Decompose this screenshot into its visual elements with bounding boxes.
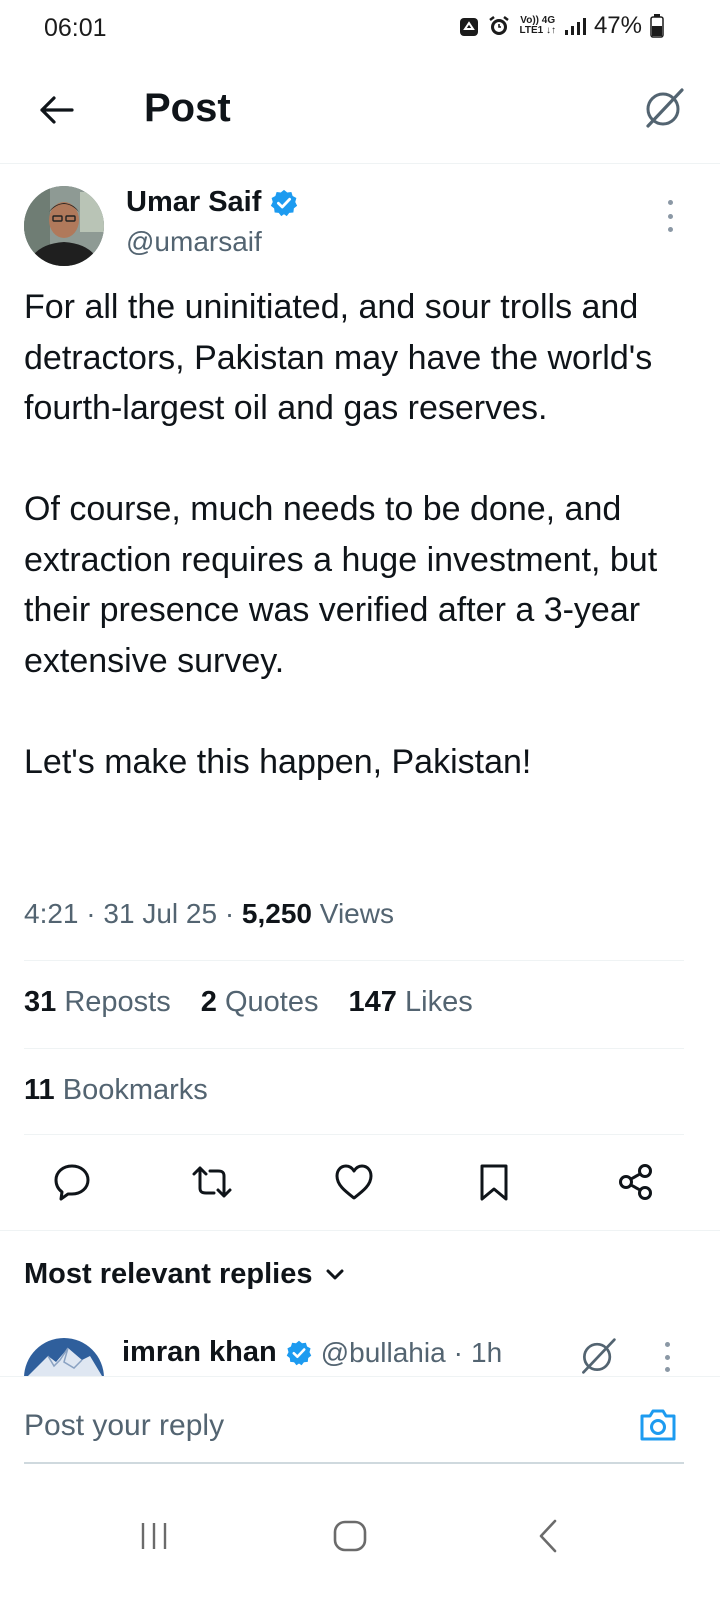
quotes-stat[interactable]: 2 Quotes (201, 986, 319, 1018)
like-icon (335, 1164, 373, 1200)
replies-sort-label: Most relevant replies (24, 1258, 313, 1290)
top-app-bar: Post (0, 56, 720, 164)
views-label: Views (319, 898, 394, 929)
likes-stat[interactable]: 147 Likes (349, 986, 473, 1018)
bookmarks-stat[interactable]: 11 Bookmarks (24, 1074, 208, 1107)
engagement-stats: 31 Reposts 2 Quotes 147 Likes (24, 986, 495, 1019)
grok-icon (582, 1338, 616, 1374)
system-back-button[interactable] (518, 1506, 578, 1566)
bookmarks-count: 11 (24, 1074, 55, 1106)
grok-button[interactable] (638, 82, 690, 134)
reply-avatar[interactable] (24, 1338, 104, 1376)
share-button[interactable] (612, 1158, 660, 1206)
camera-icon (640, 1409, 676, 1441)
author-avatar[interactable] (24, 186, 104, 266)
reply-author-name: imran khan (122, 1336, 277, 1368)
post-date: 31 Jul 25 (103, 898, 218, 929)
likes-count: 147 (348, 986, 397, 1018)
reply-age: 1h (471, 1336, 503, 1368)
camera-button[interactable] (636, 1405, 680, 1445)
post-paragraph: Let's make this happen, Pakistan! (24, 742, 532, 781)
like-button[interactable] (330, 1158, 378, 1206)
battery-icon (650, 14, 664, 38)
post-time: 4:21 (24, 898, 79, 929)
meta-separator: · (86, 898, 96, 929)
reply-composer: Post your reply (0, 1376, 720, 1468)
divider (24, 1048, 684, 1049)
divider (24, 1134, 684, 1135)
reply-separator: · (453, 1336, 463, 1368)
reply-author-handle: @bullahia (320, 1336, 446, 1368)
back-button[interactable] (30, 84, 82, 136)
quotes-count: 2 (200, 986, 217, 1018)
more-dot (664, 1367, 670, 1372)
recent-apps-icon (141, 1523, 167, 1549)
reply-more-options-button[interactable] (656, 1342, 678, 1372)
more-dot (664, 1354, 670, 1360)
bookmarks-label: Bookmarks (62, 1074, 208, 1106)
post-more-options-button[interactable] (658, 200, 682, 232)
views-count: 5,250 (241, 898, 312, 929)
reply-button[interactable] (48, 1158, 96, 1206)
quotes-label: Quotes (224, 986, 319, 1018)
home-icon (333, 1520, 367, 1552)
share-icon (619, 1164, 652, 1200)
post-paragraph: For all the uninitiated, and sour trolls… (24, 288, 653, 427)
reposts-label: Reposts (64, 986, 171, 1018)
signal-icon (564, 16, 586, 36)
divider (24, 960, 684, 961)
network-type-bottom: LTE1 ↓↑ (519, 25, 556, 36)
reply-input[interactable]: Post your reply (24, 1409, 224, 1443)
alarm-icon (487, 15, 511, 37)
bookmark-icon (480, 1164, 508, 1201)
likes-label: Likes (405, 986, 473, 1018)
meta-separator: · (224, 898, 235, 929)
section-divider (0, 1230, 720, 1231)
chevron-down-icon (326, 1269, 343, 1279)
repost-button[interactable] (188, 1158, 236, 1206)
status-time: 06:01 (44, 14, 107, 42)
composer-underline (24, 1462, 684, 1464)
grok-icon (646, 88, 684, 128)
home-button[interactable] (320, 1506, 380, 1566)
author-handle[interactable]: @umarsaif (126, 226, 262, 258)
reply-avatar-image (24, 1338, 104, 1376)
more-dot (667, 200, 673, 205)
post-paragraph: Of course, much needs to be done, and ex… (24, 490, 658, 680)
post-metadata: 4:21 · 31 Jul 25 · 5,250 Views (24, 898, 394, 930)
more-dot (664, 1342, 670, 1347)
reply-icon (54, 1164, 90, 1201)
author-name: Umar Saif (126, 186, 262, 218)
author-name-row[interactable]: Umar Saif (126, 186, 299, 219)
battery-percent: 47% (593, 12, 642, 39)
bookmark-button[interactable] (470, 1158, 518, 1206)
post-action-bar (0, 1158, 720, 1214)
system-navigation-bar (0, 1480, 720, 1600)
page-title: Post (144, 86, 231, 130)
status-icons: Vo)) 4G LTE1 ↓↑ 47% (459, 12, 664, 40)
reply-grok-button[interactable] (578, 1336, 618, 1381)
back-arrow-icon (40, 96, 74, 124)
reposts-count: 31 (24, 986, 57, 1018)
verified-badge-icon (286, 1340, 311, 1365)
reply-header-row[interactable]: imran khan @bullahia · 1h (122, 1336, 502, 1369)
network-indicator: Vo)) 4G LTE1 ↓↑ (519, 16, 555, 36)
verified-badge-icon (271, 189, 298, 216)
system-back-icon (539, 1519, 557, 1553)
repost-icon (192, 1166, 232, 1198)
more-dot (667, 213, 673, 219)
recycle-notification-icon (459, 15, 479, 37)
more-dot (667, 227, 673, 232)
recent-apps-button[interactable] (124, 1506, 184, 1566)
status-bar: 06:01 Vo)) 4G LTE1 ↓↑ 47% (0, 0, 720, 56)
author-photo (24, 186, 104, 266)
post-text: For all the uninitiated, and sour trolls… (24, 282, 694, 787)
reposts-stat[interactable]: 31 Reposts (24, 986, 171, 1018)
replies-sort-dropdown[interactable]: Most relevant replies (24, 1258, 345, 1291)
